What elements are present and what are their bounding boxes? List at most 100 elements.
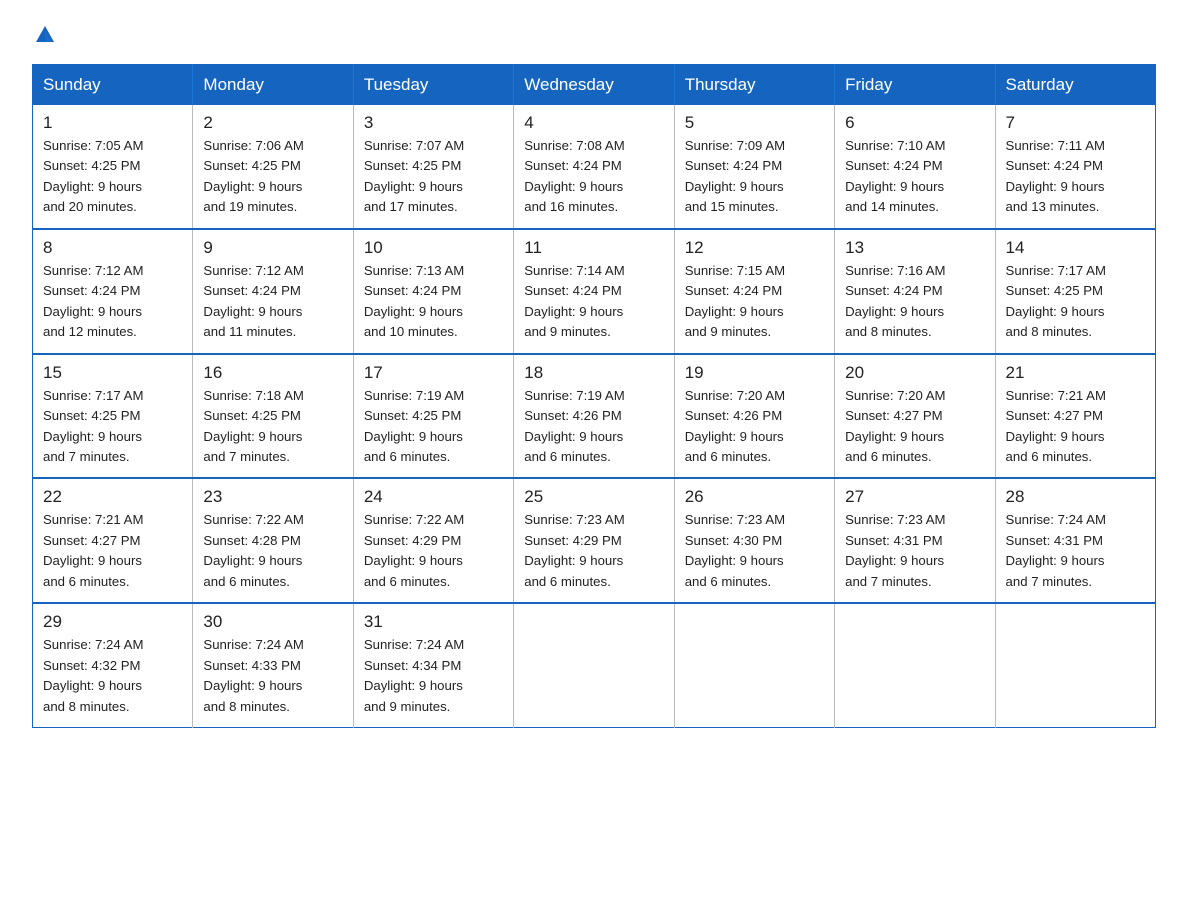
- day-number: 28: [1006, 487, 1145, 507]
- calendar-cell: 6 Sunrise: 7:10 AMSunset: 4:24 PMDayligh…: [835, 105, 995, 229]
- day-number: 24: [364, 487, 503, 507]
- calendar-week-row: 8 Sunrise: 7:12 AMSunset: 4:24 PMDayligh…: [33, 229, 1156, 354]
- day-number: 2: [203, 113, 342, 133]
- day-number: 22: [43, 487, 182, 507]
- day-info: Sunrise: 7:17 AMSunset: 4:25 PMDaylight:…: [1006, 261, 1145, 343]
- day-number: 9: [203, 238, 342, 258]
- calendar-cell: [514, 603, 674, 727]
- day-info: Sunrise: 7:16 AMSunset: 4:24 PMDaylight:…: [845, 261, 984, 343]
- calendar-cell: 11 Sunrise: 7:14 AMSunset: 4:24 PMDaylig…: [514, 229, 674, 354]
- weekday-header-wednesday: Wednesday: [514, 65, 674, 106]
- day-info: Sunrise: 7:07 AMSunset: 4:25 PMDaylight:…: [364, 136, 503, 218]
- day-info: Sunrise: 7:19 AMSunset: 4:26 PMDaylight:…: [524, 386, 663, 468]
- calendar-cell: 20 Sunrise: 7:20 AMSunset: 4:27 PMDaylig…: [835, 354, 995, 479]
- day-number: 1: [43, 113, 182, 133]
- day-info: Sunrise: 7:10 AMSunset: 4:24 PMDaylight:…: [845, 136, 984, 218]
- day-info: Sunrise: 7:22 AMSunset: 4:29 PMDaylight:…: [364, 510, 503, 592]
- calendar-cell: 13 Sunrise: 7:16 AMSunset: 4:24 PMDaylig…: [835, 229, 995, 354]
- calendar-cell: 21 Sunrise: 7:21 AMSunset: 4:27 PMDaylig…: [995, 354, 1155, 479]
- day-number: 5: [685, 113, 824, 133]
- weekday-header-friday: Friday: [835, 65, 995, 106]
- day-number: 14: [1006, 238, 1145, 258]
- day-number: 29: [43, 612, 182, 632]
- calendar-cell: 22 Sunrise: 7:21 AMSunset: 4:27 PMDaylig…: [33, 478, 193, 603]
- day-number: 12: [685, 238, 824, 258]
- day-info: Sunrise: 7:22 AMSunset: 4:28 PMDaylight:…: [203, 510, 342, 592]
- calendar-cell: 24 Sunrise: 7:22 AMSunset: 4:29 PMDaylig…: [353, 478, 513, 603]
- day-number: 16: [203, 363, 342, 383]
- calendar-cell: 5 Sunrise: 7:09 AMSunset: 4:24 PMDayligh…: [674, 105, 834, 229]
- calendar-cell: 8 Sunrise: 7:12 AMSunset: 4:24 PMDayligh…: [33, 229, 193, 354]
- calendar-cell: 3 Sunrise: 7:07 AMSunset: 4:25 PMDayligh…: [353, 105, 513, 229]
- calendar-cell: 14 Sunrise: 7:17 AMSunset: 4:25 PMDaylig…: [995, 229, 1155, 354]
- logo-icon: [34, 24, 56, 46]
- weekday-header-monday: Monday: [193, 65, 353, 106]
- day-number: 18: [524, 363, 663, 383]
- day-info: Sunrise: 7:21 AMSunset: 4:27 PMDaylight:…: [43, 510, 182, 592]
- calendar-cell: 25 Sunrise: 7:23 AMSunset: 4:29 PMDaylig…: [514, 478, 674, 603]
- logo: [32, 24, 58, 46]
- weekday-header-row: SundayMondayTuesdayWednesdayThursdayFrid…: [33, 65, 1156, 106]
- calendar-cell: [674, 603, 834, 727]
- calendar-cell: 15 Sunrise: 7:17 AMSunset: 4:25 PMDaylig…: [33, 354, 193, 479]
- day-number: 19: [685, 363, 824, 383]
- weekday-header-saturday: Saturday: [995, 65, 1155, 106]
- calendar-cell: 30 Sunrise: 7:24 AMSunset: 4:33 PMDaylig…: [193, 603, 353, 727]
- day-info: Sunrise: 7:12 AMSunset: 4:24 PMDaylight:…: [43, 261, 182, 343]
- day-info: Sunrise: 7:24 AMSunset: 4:31 PMDaylight:…: [1006, 510, 1145, 592]
- calendar-cell: 31 Sunrise: 7:24 AMSunset: 4:34 PMDaylig…: [353, 603, 513, 727]
- day-info: Sunrise: 7:06 AMSunset: 4:25 PMDaylight:…: [203, 136, 342, 218]
- calendar-cell: 29 Sunrise: 7:24 AMSunset: 4:32 PMDaylig…: [33, 603, 193, 727]
- calendar-cell: 27 Sunrise: 7:23 AMSunset: 4:31 PMDaylig…: [835, 478, 995, 603]
- calendar-cell: 9 Sunrise: 7:12 AMSunset: 4:24 PMDayligh…: [193, 229, 353, 354]
- day-info: Sunrise: 7:20 AMSunset: 4:26 PMDaylight:…: [685, 386, 824, 468]
- calendar-cell: 28 Sunrise: 7:24 AMSunset: 4:31 PMDaylig…: [995, 478, 1155, 603]
- day-number: 7: [1006, 113, 1145, 133]
- day-info: Sunrise: 7:21 AMSunset: 4:27 PMDaylight:…: [1006, 386, 1145, 468]
- day-number: 4: [524, 113, 663, 133]
- day-info: Sunrise: 7:23 AMSunset: 4:29 PMDaylight:…: [524, 510, 663, 592]
- page-header: [32, 24, 1156, 46]
- day-info: Sunrise: 7:23 AMSunset: 4:30 PMDaylight:…: [685, 510, 824, 592]
- calendar-week-row: 22 Sunrise: 7:21 AMSunset: 4:27 PMDaylig…: [33, 478, 1156, 603]
- day-number: 10: [364, 238, 503, 258]
- weekday-header-sunday: Sunday: [33, 65, 193, 106]
- day-info: Sunrise: 7:13 AMSunset: 4:24 PMDaylight:…: [364, 261, 503, 343]
- day-info: Sunrise: 7:24 AMSunset: 4:34 PMDaylight:…: [364, 635, 503, 717]
- day-info: Sunrise: 7:08 AMSunset: 4:24 PMDaylight:…: [524, 136, 663, 218]
- weekday-header-tuesday: Tuesday: [353, 65, 513, 106]
- day-info: Sunrise: 7:18 AMSunset: 4:25 PMDaylight:…: [203, 386, 342, 468]
- calendar-cell: 1 Sunrise: 7:05 AMSunset: 4:25 PMDayligh…: [33, 105, 193, 229]
- day-number: 25: [524, 487, 663, 507]
- day-number: 31: [364, 612, 503, 632]
- calendar-week-row: 1 Sunrise: 7:05 AMSunset: 4:25 PMDayligh…: [33, 105, 1156, 229]
- day-info: Sunrise: 7:17 AMSunset: 4:25 PMDaylight:…: [43, 386, 182, 468]
- calendar-cell: 26 Sunrise: 7:23 AMSunset: 4:30 PMDaylig…: [674, 478, 834, 603]
- day-number: 21: [1006, 363, 1145, 383]
- calendar-cell: [835, 603, 995, 727]
- day-info: Sunrise: 7:24 AMSunset: 4:33 PMDaylight:…: [203, 635, 342, 717]
- day-info: Sunrise: 7:14 AMSunset: 4:24 PMDaylight:…: [524, 261, 663, 343]
- calendar-cell: 2 Sunrise: 7:06 AMSunset: 4:25 PMDayligh…: [193, 105, 353, 229]
- calendar-cell: [995, 603, 1155, 727]
- day-number: 11: [524, 238, 663, 258]
- day-info: Sunrise: 7:24 AMSunset: 4:32 PMDaylight:…: [43, 635, 182, 717]
- day-info: Sunrise: 7:12 AMSunset: 4:24 PMDaylight:…: [203, 261, 342, 343]
- day-info: Sunrise: 7:20 AMSunset: 4:27 PMDaylight:…: [845, 386, 984, 468]
- calendar-cell: 18 Sunrise: 7:19 AMSunset: 4:26 PMDaylig…: [514, 354, 674, 479]
- calendar-cell: 19 Sunrise: 7:20 AMSunset: 4:26 PMDaylig…: [674, 354, 834, 479]
- day-number: 13: [845, 238, 984, 258]
- day-number: 8: [43, 238, 182, 258]
- calendar-table: SundayMondayTuesdayWednesdayThursdayFrid…: [32, 64, 1156, 728]
- calendar-cell: 10 Sunrise: 7:13 AMSunset: 4:24 PMDaylig…: [353, 229, 513, 354]
- calendar-cell: 23 Sunrise: 7:22 AMSunset: 4:28 PMDaylig…: [193, 478, 353, 603]
- day-number: 20: [845, 363, 984, 383]
- day-info: Sunrise: 7:09 AMSunset: 4:24 PMDaylight:…: [685, 136, 824, 218]
- day-info: Sunrise: 7:19 AMSunset: 4:25 PMDaylight:…: [364, 386, 503, 468]
- calendar-cell: 16 Sunrise: 7:18 AMSunset: 4:25 PMDaylig…: [193, 354, 353, 479]
- day-info: Sunrise: 7:15 AMSunset: 4:24 PMDaylight:…: [685, 261, 824, 343]
- calendar-week-row: 29 Sunrise: 7:24 AMSunset: 4:32 PMDaylig…: [33, 603, 1156, 727]
- calendar-cell: 12 Sunrise: 7:15 AMSunset: 4:24 PMDaylig…: [674, 229, 834, 354]
- day-info: Sunrise: 7:11 AMSunset: 4:24 PMDaylight:…: [1006, 136, 1145, 218]
- day-number: 26: [685, 487, 824, 507]
